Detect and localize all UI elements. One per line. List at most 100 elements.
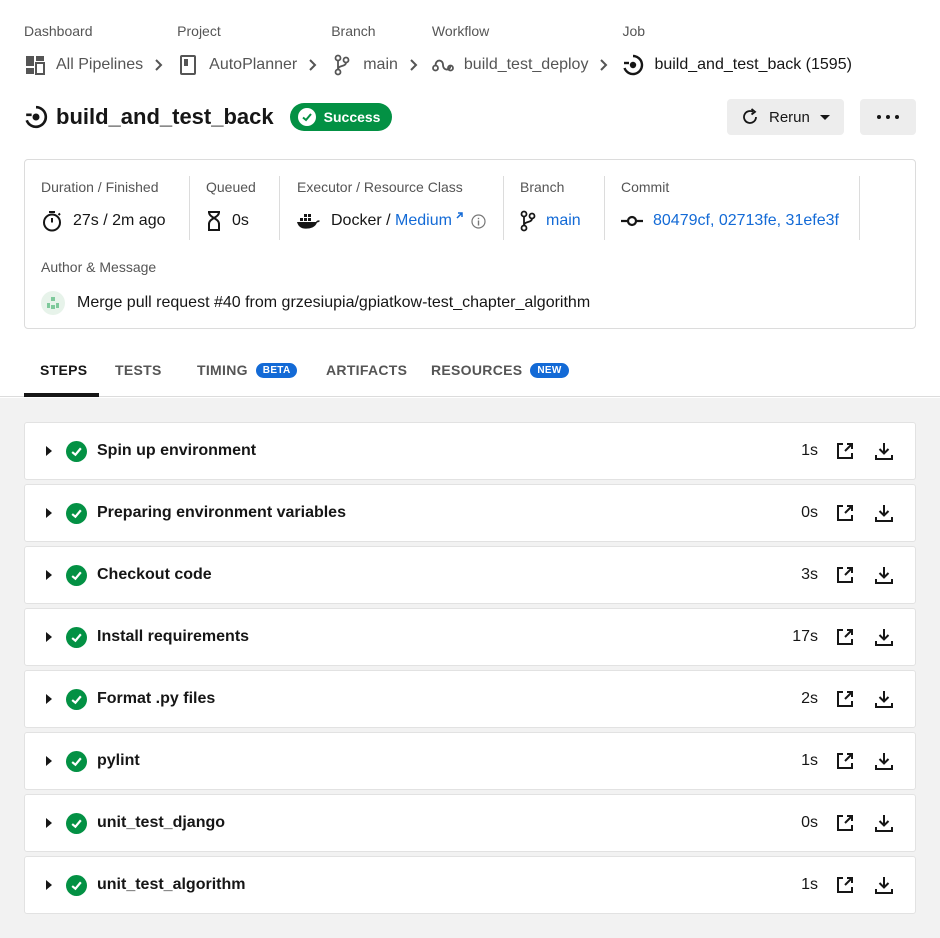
step-row[interactable]: Preparing environment variables 0s bbox=[24, 484, 916, 542]
resource-class-link[interactable]: Medium bbox=[395, 212, 452, 230]
status-badge: Success bbox=[289, 103, 393, 131]
more-dots-icon bbox=[886, 115, 890, 119]
breadcrumb-value[interactable]: All Pipelines bbox=[56, 56, 143, 74]
step-row[interactable]: Format .py files 2s bbox=[24, 670, 916, 728]
divider bbox=[859, 176, 860, 240]
success-check-icon bbox=[66, 812, 87, 834]
tab-tests[interactable]: TESTS bbox=[99, 348, 197, 397]
expand-arrow-icon[interactable] bbox=[46, 818, 52, 828]
step-row[interactable]: Checkout code 3s bbox=[24, 546, 916, 604]
tab-resources[interactable]: RESOURCES NEW bbox=[431, 348, 569, 397]
breadcrumb-value[interactable]: build_test_deploy bbox=[464, 56, 589, 74]
breadcrumb-value: build_and_test_back (1595) bbox=[654, 56, 852, 73]
branch-cell: Branch main bbox=[520, 176, 581, 242]
breadcrumb-job: Job build_and_test_back (1595) bbox=[622, 22, 852, 78]
download-icon[interactable] bbox=[873, 812, 895, 834]
executor-value: Docker / bbox=[331, 212, 396, 229]
open-external-icon[interactable] bbox=[834, 564, 856, 586]
job-info-panel: Duration / Finished 27s / 2m ago Queued … bbox=[24, 159, 916, 329]
tab-timing[interactable]: TIMING BETA bbox=[197, 348, 326, 397]
step-duration: 0s bbox=[801, 814, 818, 831]
step-name: Install requirements bbox=[97, 628, 250, 645]
open-external-icon[interactable] bbox=[834, 688, 856, 710]
success-check-icon bbox=[66, 688, 87, 710]
step-duration: 3s bbox=[801, 566, 818, 583]
expand-arrow-icon[interactable] bbox=[46, 694, 52, 704]
duration-cell: Duration / Finished 27s / 2m ago bbox=[41, 176, 166, 242]
commit-cell: Commit 80479cf, 02713fe, 31efe3f bbox=[621, 176, 839, 242]
tab-label: STEPS bbox=[40, 362, 88, 378]
tab-artifacts[interactable]: ARTIFACTS bbox=[326, 348, 431, 397]
expand-arrow-icon[interactable] bbox=[46, 756, 52, 766]
step-duration: 1s bbox=[801, 752, 818, 769]
breadcrumb-project[interactable]: Project AutoPlanner bbox=[177, 22, 297, 78]
new-badge: NEW bbox=[530, 363, 569, 378]
expand-arrow-icon[interactable] bbox=[46, 632, 52, 642]
external-link-icon bbox=[455, 212, 463, 220]
step-row[interactable]: Install requirements 17s bbox=[24, 608, 916, 666]
rerun-button[interactable]: Rerun bbox=[727, 99, 844, 135]
breadcrumb-value[interactable]: main bbox=[363, 56, 398, 74]
breadcrumb-branch[interactable]: Branch main bbox=[331, 22, 398, 78]
download-icon[interactable] bbox=[873, 626, 895, 648]
step-row[interactable]: pylint 1s bbox=[24, 732, 916, 790]
dashboard-icon bbox=[24, 54, 46, 76]
tab-label: ARTIFACTS bbox=[326, 362, 408, 378]
branch-icon bbox=[520, 210, 536, 232]
tab-steps[interactable]: STEPS bbox=[24, 348, 99, 397]
success-check-icon bbox=[66, 564, 87, 586]
step-row[interactable]: unit_test_django 0s bbox=[24, 794, 916, 852]
step-duration: 0s bbox=[801, 504, 818, 521]
more-options-button[interactable] bbox=[860, 99, 916, 135]
success-check-icon bbox=[66, 440, 87, 462]
tab-label: TIMING bbox=[197, 362, 248, 378]
open-external-icon[interactable] bbox=[834, 750, 856, 772]
download-icon[interactable] bbox=[873, 874, 895, 896]
success-check-icon bbox=[66, 502, 87, 524]
hourglass-icon bbox=[206, 210, 222, 232]
open-external-icon[interactable] bbox=[834, 502, 856, 524]
expand-arrow-icon[interactable] bbox=[46, 446, 52, 456]
breadcrumb-workflow[interactable]: Workflow build_test_deploy bbox=[432, 22, 589, 78]
open-external-icon[interactable] bbox=[834, 812, 856, 834]
divider bbox=[604, 176, 605, 240]
job-header-area: Dashboard All Pipelines Project AutoPlan… bbox=[0, 0, 940, 397]
breadcrumb-label: Project bbox=[177, 23, 221, 39]
success-check-icon bbox=[66, 874, 87, 896]
executor-label: Executor / Resource Class bbox=[297, 179, 463, 195]
info-icon[interactable] bbox=[471, 213, 486, 229]
open-external-icon[interactable] bbox=[834, 874, 856, 896]
download-icon[interactable] bbox=[873, 750, 895, 772]
breadcrumb-value[interactable]: AutoPlanner bbox=[209, 56, 297, 74]
breadcrumb-label: Branch bbox=[331, 23, 376, 39]
expand-arrow-icon[interactable] bbox=[46, 570, 52, 580]
download-icon[interactable] bbox=[873, 440, 895, 462]
commit-icon bbox=[621, 214, 643, 228]
more-dots-icon bbox=[895, 115, 899, 119]
open-external-icon[interactable] bbox=[834, 440, 856, 462]
docker-icon bbox=[297, 212, 321, 230]
step-row[interactable]: Spin up environment 1s bbox=[24, 422, 916, 480]
step-name: unit_test_algorithm bbox=[97, 876, 246, 893]
branch-link[interactable]: main bbox=[546, 212, 581, 230]
author-label: Author & Message bbox=[41, 259, 157, 275]
divider bbox=[279, 176, 280, 240]
download-icon[interactable] bbox=[873, 564, 895, 586]
breadcrumb-dashboard[interactable]: Dashboard All Pipelines bbox=[24, 22, 143, 78]
breadcrumb-label: Workflow bbox=[431, 23, 490, 39]
expand-arrow-icon[interactable] bbox=[46, 880, 52, 890]
job-title-row: build_and_test_back Success bbox=[24, 100, 393, 134]
commit-link[interactable]: 80479cf, 02713fe, 31efe3f bbox=[653, 212, 839, 230]
commit-message: Merge pull request #40 from grzesiupia/g… bbox=[77, 294, 591, 311]
step-row[interactable]: unit_test_algorithm 1s bbox=[24, 856, 916, 914]
download-icon[interactable] bbox=[873, 688, 895, 710]
expand-arrow-icon[interactable] bbox=[46, 508, 52, 518]
refresh-icon bbox=[741, 108, 759, 126]
tab-label: TESTS bbox=[115, 362, 162, 378]
download-icon[interactable] bbox=[873, 502, 895, 524]
divider bbox=[503, 176, 504, 240]
step-name: Preparing environment variables bbox=[97, 504, 346, 521]
author-cell: Author & Message Merge pull request #40 … bbox=[41, 256, 590, 316]
beta-badge: BETA bbox=[255, 363, 298, 378]
open-external-icon[interactable] bbox=[834, 626, 856, 648]
